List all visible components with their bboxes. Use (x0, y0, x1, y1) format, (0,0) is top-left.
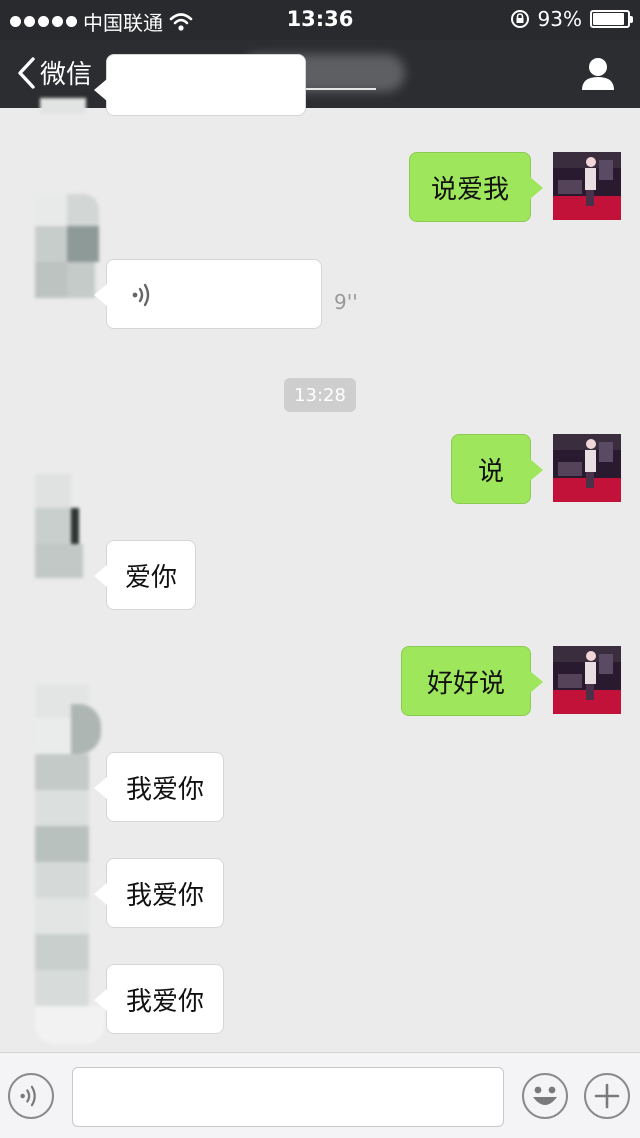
chevron-left-icon (18, 56, 35, 89)
chat-area[interactable]: 说爱我 9'' 13:28 说 爱你 好好说 我爱你 我爱你 我爱你 (0, 54, 640, 1052)
message-bubble-sent[interactable]: 好好说 (401, 646, 543, 716)
my-avatar[interactable] (553, 434, 621, 502)
back-button[interactable]: 微信 (16, 54, 92, 91)
voice-duration: 9'' (334, 290, 358, 314)
plus-icon (594, 1083, 620, 1109)
back-label: 微信 (40, 60, 93, 90)
message-text: 我爱你 (125, 986, 204, 1017)
input-bar (0, 1052, 640, 1138)
message-text: 说 (477, 456, 504, 487)
avatar-redacted (40, 98, 86, 114)
message-bubble-sent[interactable]: 说爱我 (409, 152, 543, 222)
message-input[interactable] (72, 1067, 504, 1127)
message-bubble-sent[interactable]: 说 (451, 434, 543, 504)
message-text: 我爱你 (125, 774, 204, 805)
voice-icon (20, 1085, 36, 1107)
message-bubble-received[interactable]: 我爱你 (94, 858, 224, 928)
timestamp-label: 13:28 (284, 378, 356, 412)
more-options-button[interactable] (584, 1073, 630, 1119)
message-bubble-partial (94, 54, 306, 116)
battery-fill (593, 13, 625, 25)
message-text: 我爱你 (125, 880, 204, 911)
message-text: 爱你 (124, 562, 177, 593)
message-text: 说爱我 (430, 174, 509, 205)
battery-icon (590, 10, 633, 28)
voice-icon (132, 283, 150, 307)
battery-info: 93% (510, 7, 633, 31)
voice-message-bubble[interactable] (94, 259, 322, 329)
emoji-button[interactable] (522, 1073, 568, 1119)
orientation-lock-icon (510, 10, 529, 28)
avatar-redacted[interactable] (35, 474, 87, 578)
message-bubble-received[interactable]: 我爱你 (94, 752, 224, 822)
message-bubble-received[interactable]: 我爱你 (94, 964, 224, 1034)
contact-info-icon[interactable] (578, 54, 618, 94)
message-text: 好好说 (426, 668, 505, 699)
avatar-redacted[interactable] (35, 194, 99, 298)
battery-percent: 93% (537, 7, 582, 31)
voice-input-button[interactable] (8, 1073, 54, 1119)
message-bubble-received[interactable]: 爱你 (94, 540, 196, 610)
status-bar: 中国联通 13:36 93% (0, 0, 640, 40)
my-avatar[interactable] (553, 646, 621, 714)
smiley-icon (533, 1086, 557, 1105)
my-avatar[interactable] (553, 152, 621, 220)
